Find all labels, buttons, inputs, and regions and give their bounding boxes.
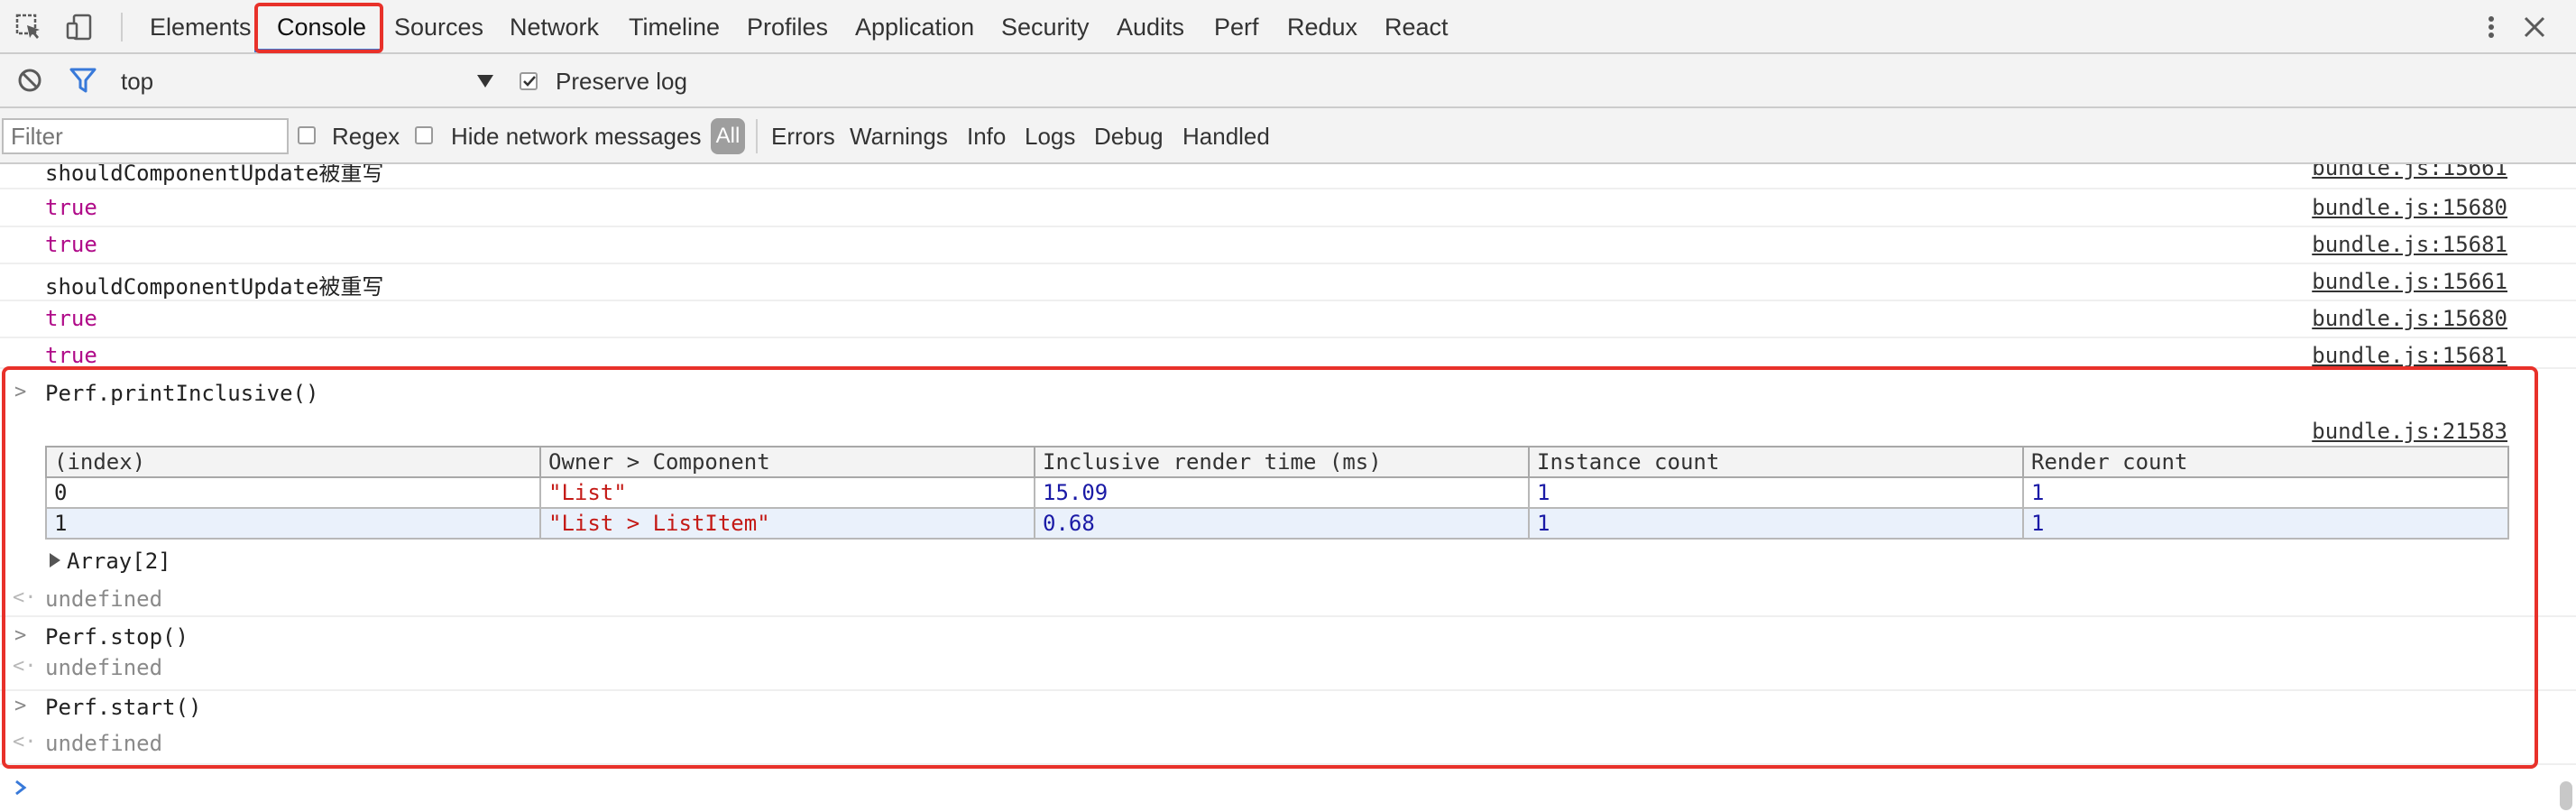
tab-security[interactable]: Security (1001, 0, 1090, 52)
tab-profiles[interactable]: Profiles (747, 0, 828, 52)
filter-input[interactable] (2, 118, 289, 154)
console-tab-highlight (254, 3, 383, 53)
tab-perf[interactable]: Perf (1214, 0, 1259, 52)
log-row: shouldComponentUpdate被重写 bundle.js:15661 (0, 264, 2576, 301)
source-link[interactable]: bundle.js:15681 (2312, 343, 2507, 367)
log-message: shouldComponentUpdate被重写 (45, 274, 384, 300)
level-filter-info[interactable]: Info (967, 108, 1006, 164)
level-filter-handled[interactable]: Handled (1182, 108, 1270, 164)
source-link[interactable]: bundle.js:15680 (2312, 306, 2507, 331)
tab-timeline[interactable]: Timeline (629, 0, 720, 52)
console-filter-bar: Regex Hide network messages (0, 108, 2576, 164)
regex-checkbox[interactable] (298, 126, 316, 144)
log-message: shouldComponentUpdate被重写 (45, 164, 384, 186)
source-link[interactable]: bundle.js:15661 (2312, 269, 2507, 294)
tab-network[interactable]: Network (510, 0, 599, 52)
log-message: true (45, 343, 97, 368)
log-row: shouldComponentUpdate被重写 bundle.js:15661 (0, 164, 2576, 189)
tab-redux[interactable]: Redux (1287, 0, 1357, 52)
tab-sources[interactable]: Sources (394, 0, 483, 52)
tab-react[interactable]: React (1385, 0, 1449, 52)
perf-output-highlight (2, 366, 2538, 769)
chevron-right-icon (15, 780, 27, 796)
preserve-log-label: Preserve log (556, 68, 687, 95)
filter-icon[interactable] (69, 67, 97, 94)
log-message: true (45, 195, 97, 220)
inspect-element-icon[interactable] (14, 13, 43, 42)
log-row: true bundle.js:15680 (0, 189, 2576, 227)
console-context-bar: top Preserve log (0, 54, 2576, 108)
tab-elements[interactable]: Elements (150, 0, 252, 52)
checkmark-icon (523, 76, 536, 87)
context-selector-value[interactable]: top (121, 54, 153, 108)
clear-console-icon[interactable] (16, 67, 43, 94)
hide-network-checkbox[interactable] (415, 126, 433, 144)
regex-label: Regex (332, 123, 400, 150)
level-filter-errors[interactable]: Errors (771, 108, 835, 164)
log-row: true bundle.js:15680 (0, 301, 2576, 338)
chevron-down-icon[interactable] (476, 74, 494, 88)
source-link[interactable]: bundle.js:15661 (2312, 164, 2507, 180)
close-icon[interactable] (2520, 13, 2549, 42)
log-message: true (45, 306, 97, 331)
source-link[interactable]: bundle.js:15681 (2312, 232, 2507, 257)
log-row: true bundle.js:15681 (0, 227, 2576, 264)
tab-application[interactable]: Application (855, 0, 974, 52)
hide-network-label: Hide network messages (451, 123, 702, 150)
level-filter-all[interactable]: All (711, 118, 745, 154)
level-filter-debug[interactable]: Debug (1094, 108, 1164, 164)
toolbar-divider (121, 13, 123, 42)
level-filter-logs[interactable]: Logs (1025, 108, 1075, 164)
scrollbar-thumb[interactable] (2560, 781, 2572, 810)
log-message: true (45, 232, 97, 257)
source-link[interactable]: bundle.js:15680 (2312, 195, 2507, 220)
level-filter-warnings[interactable]: Warnings (850, 108, 948, 164)
preserve-log-checkbox[interactable] (520, 72, 538, 90)
filter-divider (756, 119, 758, 153)
console-prompt-input[interactable] (0, 769, 2553, 808)
more-options-icon[interactable] (2480, 13, 2502, 42)
devtools-tab-bar: Elements Console Sources Network Timelin… (0, 0, 2576, 54)
device-toolbar-icon[interactable] (65, 13, 94, 42)
log-row: true bundle.js:15681 (0, 338, 2576, 369)
tab-audits[interactable]: Audits (1117, 0, 1184, 52)
